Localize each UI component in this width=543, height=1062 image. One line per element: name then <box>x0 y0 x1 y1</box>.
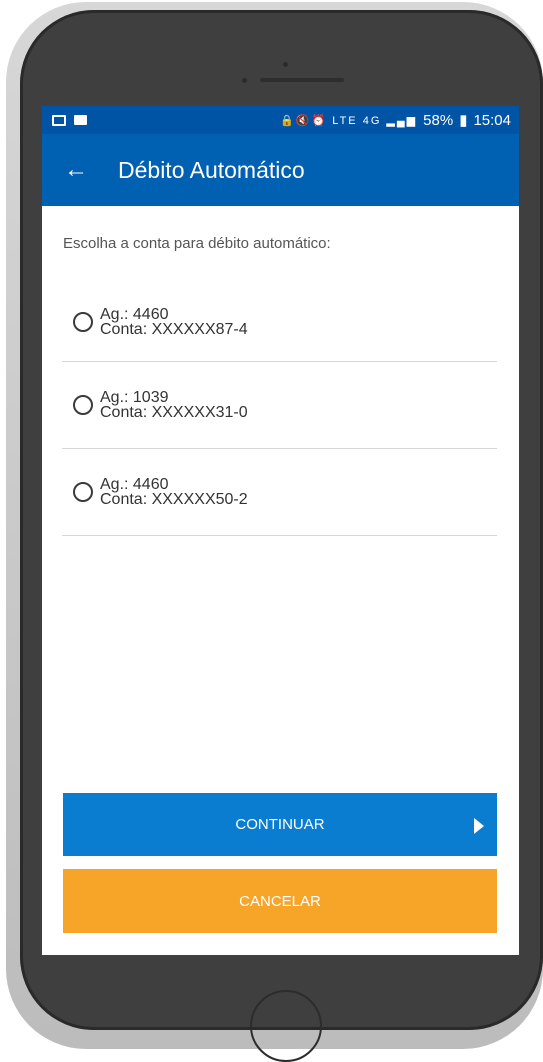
radio-button[interactable] <box>73 482 93 502</box>
cancel-label: CANCELAR <box>239 892 321 910</box>
message-icon <box>74 115 87 125</box>
radio-button[interactable] <box>73 311 93 332</box>
status-left-icons <box>52 114 87 126</box>
status-icons: 🔒🔇⏰ LTE 4G ▂▄▆ <box>280 114 418 127</box>
sensor-dot <box>242 78 247 83</box>
camera-dot <box>283 62 288 67</box>
account-number: Conta: XXXXXX31-0 <box>100 404 248 421</box>
cancel-button[interactable]: CANCELAR <box>63 869 497 933</box>
status-bar: 🔒🔇⏰ LTE 4G ▂▄▆ 58% ▮ 15:04 <box>42 106 519 134</box>
continue-label: CONTINUAR <box>235 816 325 833</box>
account-details: Ag.: 4460 Conta: XXXXXX87-4 <box>100 305 248 338</box>
image-icon <box>52 114 66 126</box>
page-title: Débito Automático <box>118 156 305 183</box>
arrow-left-icon[interactable]: ← <box>64 158 104 182</box>
continue-button[interactable]: CONTINUAR <box>63 793 497 856</box>
phone-screen: 🔒🔇⏰ LTE 4G ▂▄▆ 58% ▮ 15:04 ← Débito Auto… <box>42 106 519 955</box>
battery-percent: 58% <box>423 111 454 129</box>
account-number: Conta: XXXXXX50-2 <box>100 491 248 508</box>
status-right: 🔒🔇⏰ LTE 4G ▂▄▆ 58% ▮ 15:04 <box>280 111 511 130</box>
account-option[interactable]: Ag.: 4460 Conta: XXXXXX87-4 <box>62 282 497 362</box>
account-agency: Ag.: 4460 <box>100 305 169 323</box>
radio-button[interactable] <box>73 395 93 415</box>
status-time: 15:04 <box>473 111 511 129</box>
account-option[interactable]: Ag.: 1039 Conta: XXXXXX31-0 <box>62 362 497 449</box>
app-bar: ← Débito Automático <box>42 134 519 206</box>
account-number: Conta: XXXXXX87-4 <box>100 320 248 338</box>
speaker-grille <box>260 78 344 82</box>
battery-icon: ▮ <box>459 112 468 129</box>
account-list: Ag.: 4460 Conta: XXXXXX87-4 Ag.: 1039 Co… <box>62 282 497 536</box>
account-agency: Ag.: 4460 <box>100 476 169 493</box>
play-arrow-icon <box>474 818 484 834</box>
account-prompt: Escolha a conta para débito automático: <box>63 235 331 252</box>
account-details: Ag.: 4460 Conta: XXXXXX50-2 <box>100 476 248 508</box>
account-agency: Ag.: 1039 <box>100 389 169 406</box>
account-option[interactable]: Ag.: 4460 Conta: XXXXXX50-2 <box>62 449 497 536</box>
account-details: Ag.: 1039 Conta: XXXXXX31-0 <box>100 389 248 421</box>
home-button[interactable] <box>250 990 322 1062</box>
